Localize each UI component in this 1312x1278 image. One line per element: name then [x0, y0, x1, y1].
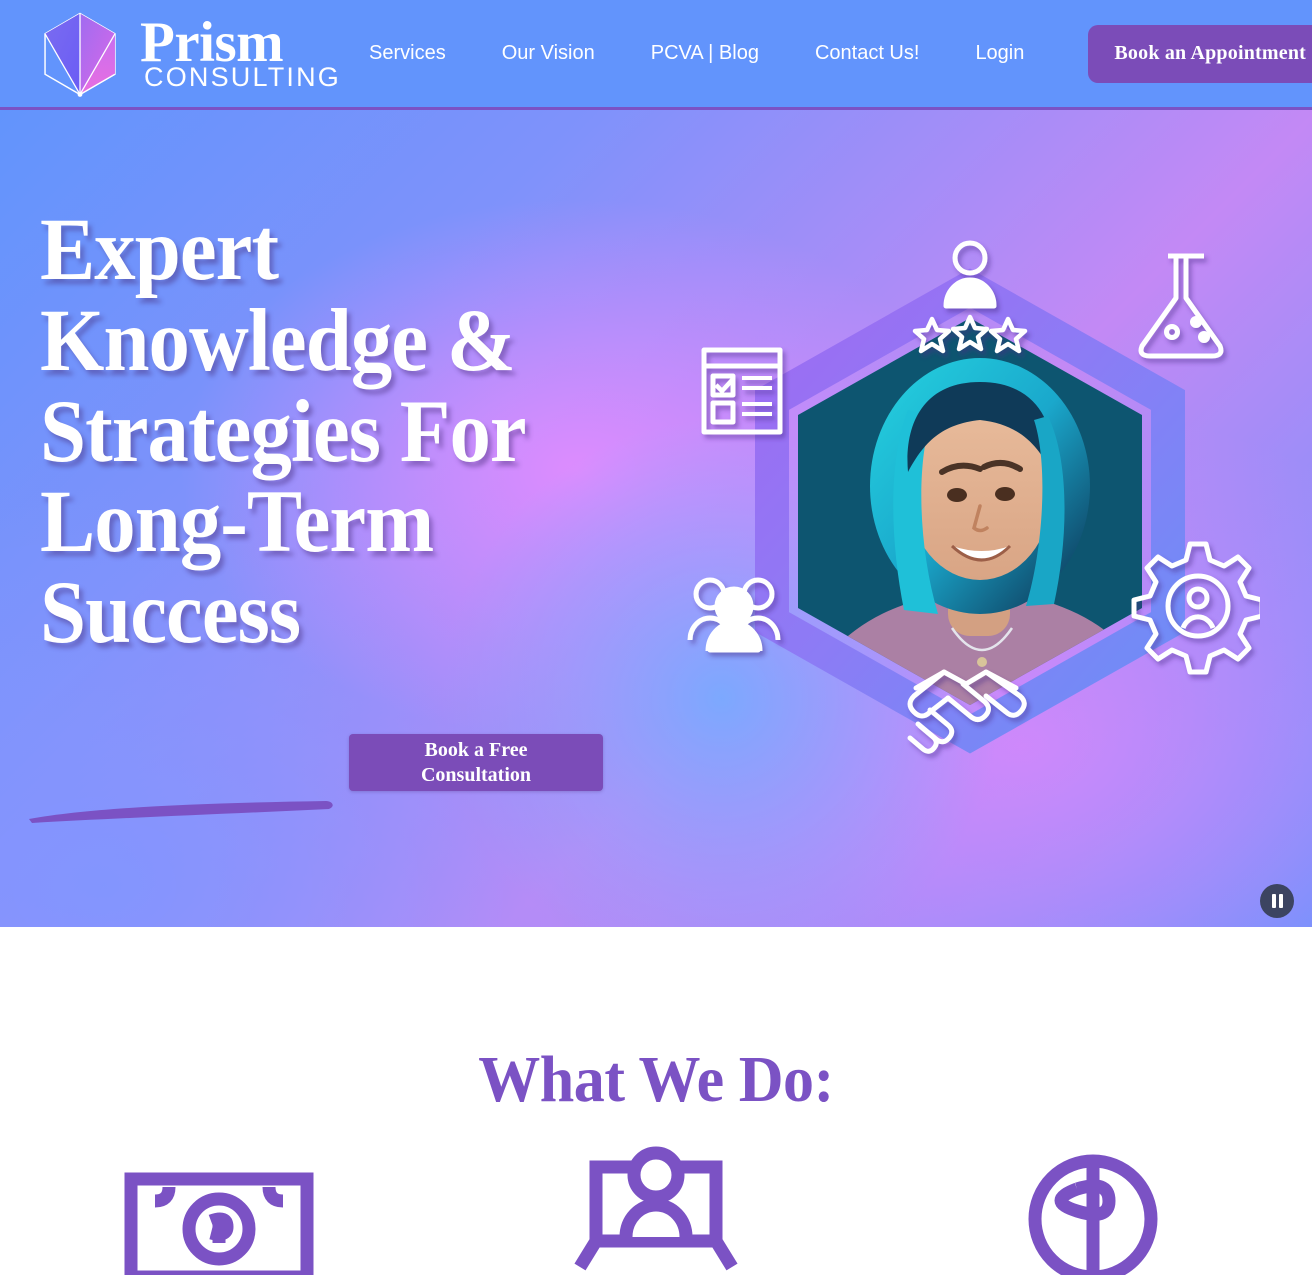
flask-icon [1138, 253, 1224, 359]
headline-line-5: Success [40, 564, 301, 663]
headline-line-2: Knowledge & [40, 291, 516, 390]
nav-link-pcva-blog[interactable]: PCVA | Blog [623, 32, 787, 75]
service-item-training[interactable] [506, 1145, 806, 1275]
cta-line-2: Consultation [420, 763, 532, 786]
headline-line-3: Strategies For [40, 382, 527, 481]
headline-line-4: Long-Term [40, 473, 434, 572]
service-item-funding[interactable] [69, 1145, 369, 1275]
headline-underline-stroke [29, 801, 333, 823]
hero-headline: Expert Knowledge & Strategies For Long-T… [40, 205, 617, 659]
pause-bar-left [1271, 894, 1276, 908]
what-we-do-section: What We Do: [0, 927, 1312, 1278]
hero-section: Expert Knowledge & Strategies For Long-T… [0, 110, 1312, 927]
service-item-pricing[interactable] [943, 1145, 1243, 1275]
site-header: Prism Consulting Services Our Vision PCV… [0, 0, 1312, 110]
hero-hexagon-graphic [687, 240, 1260, 754]
banknote-icon [124, 1172, 314, 1275]
pause-bar-right [1278, 894, 1283, 908]
dollar-coin-icon [1028, 1154, 1158, 1275]
nav-link-our-vision[interactable]: Our Vision [474, 32, 623, 75]
what-we-do-title: What We Do: [478, 1043, 834, 1116]
service-icons-row [0, 1145, 1312, 1275]
logo-brand-secondary: Consulting [144, 61, 342, 92]
logo[interactable]: Prism Consulting [34, 8, 341, 100]
headline-line-1: Expert [40, 201, 279, 299]
book-free-consultation-button[interactable]: Book a Free Consultation [349, 734, 603, 791]
presentation-training-icon [574, 1146, 738, 1271]
prism-crystal-icon [44, 12, 116, 97]
nav-link-login[interactable]: Login [947, 32, 1052, 75]
book-appointment-button[interactable]: Book an Appointment [1088, 24, 1312, 83]
logo-wordmark: Prism Consulting [140, 14, 342, 92]
nav-link-services[interactable]: Services [341, 32, 474, 75]
slider-pause-button[interactable] [1260, 884, 1294, 918]
cta-line-1: Book a Free [424, 738, 528, 761]
nav-link-contact-us[interactable]: Contact Us! [787, 32, 947, 75]
main-navigation: Services Our Vision PCVA | Blog Contact … [341, 24, 1312, 83]
